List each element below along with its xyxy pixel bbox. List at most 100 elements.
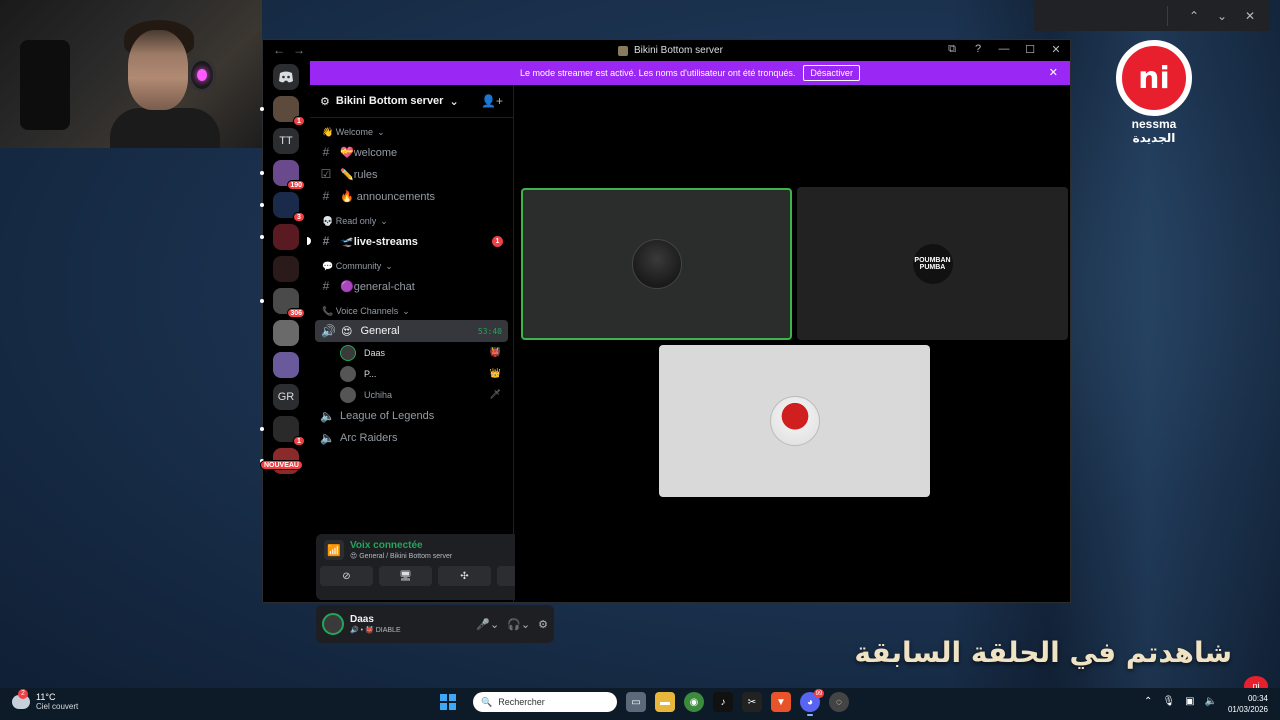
channel-live-streams[interactable]: # 🛫live-streams 1 (307, 230, 513, 252)
mention-badge: 1 (492, 235, 503, 247)
discord-taskbar-icon[interactable]: ◕ 99 (800, 689, 824, 716)
logo-text-arabic: الجديدة (1132, 131, 1176, 145)
add-user-icon[interactable]: 👤+ (481, 94, 503, 108)
chevron-up-icon[interactable]: ⌃ (1188, 9, 1200, 23)
server-header[interactable]: ⚙ Bikini Bottom server ⌄ 👤+ (310, 85, 513, 118)
server-icon-3[interactable]: 190 (260, 160, 305, 190)
avatar[interactable] (322, 613, 344, 635)
hash-icon: # (322, 279, 330, 293)
tv-caption: شاهدتم في الحلقة السابقة (854, 636, 1232, 669)
help-icon[interactable]: ? (972, 43, 984, 56)
chevron-down-icon: ⌄ (449, 95, 459, 108)
channel-announcements[interactable]: # 🔥 announcements (310, 185, 513, 207)
voice-channel-general[interactable]: 🔊 😍 General 53:40 (315, 320, 508, 342)
channel-welcome[interactable]: # 💝welcome (310, 141, 513, 163)
microphone-icon[interactable]: 🎙 (1162, 696, 1175, 707)
avatar: POUMBAN PUMBA (912, 243, 953, 284)
avatar (769, 396, 820, 446)
category-community[interactable]: 💬 Community ⌄ (310, 258, 513, 275)
voice-member[interactable]: Daas 👹 (310, 342, 513, 363)
gear-icon[interactable]: ⚙ (538, 618, 548, 631)
signal-icon[interactable]: 📶 (324, 540, 344, 560)
voice-member[interactable]: Uchiha 🗡 (310, 384, 513, 405)
forward-arrow-icon[interactable]: → (293, 43, 305, 57)
close-icon[interactable]: ✕ (1244, 9, 1256, 23)
taskbar-apps: 🔍 Rechercher ▭ ▬ ◉ ♪ ✂ ▼ ◕ 99 ◌ (440, 689, 849, 716)
server-badge: 3 (293, 212, 305, 222)
server-badge: 306 (287, 308, 305, 318)
server-icon-7[interactable]: 306 (260, 288, 305, 318)
tv-channel-logo: ni nessma الجديدة (1114, 40, 1194, 150)
category-voice-channels[interactable]: 📞 Voice Channels ⌄ (310, 303, 513, 320)
category-welcome[interactable]: 👋 Welcome ⌄ (310, 124, 513, 141)
search-icon: 🔍 (481, 696, 493, 707)
discord-window: ← → Bikini Bottom server ⧉ ? — ☐ ✕ 1 TT … (259, 39, 1071, 643)
server-icon-5[interactable] (260, 224, 299, 250)
channel-general-chat[interactable]: # 🟣general-chat (310, 275, 513, 297)
avatar (340, 386, 356, 403)
screen-share-icon[interactable]: ⧉ (946, 43, 958, 56)
server-badge: 1 (293, 436, 305, 446)
server-icon-1[interactable]: 1 (260, 96, 305, 126)
webcam-overlay (0, 0, 262, 148)
disable-streamer-button[interactable]: Désactiver (803, 65, 860, 81)
server-icon-12[interactable]: NOUVEAU (259, 448, 303, 474)
back-arrow-icon[interactable]: ← (273, 43, 285, 57)
window-title: Bikini Bottom server (618, 45, 723, 56)
headphones-icon[interactable]: 🎧⌄ (507, 618, 530, 631)
call-timer: 53:40 (477, 326, 502, 336)
channel-rules[interactable]: ☑ ✏️rules (310, 163, 513, 185)
voice-connected-title: Voix connectée (350, 540, 423, 551)
app-icon[interactable]: ◌ (829, 692, 849, 712)
server-icon-11[interactable]: 1 (260, 416, 305, 446)
server-rail: 1 TT 190 3 306 GR 1 NOUVEAU (259, 61, 309, 602)
voice-channel-league[interactable]: 🔈 League of Legends (310, 405, 513, 427)
tiktok-icon[interactable]: ♪ (713, 692, 733, 712)
close-banner-icon[interactable]: ✕ (1049, 66, 1058, 79)
windows-start-icon[interactable] (440, 694, 456, 710)
chrome-icon[interactable]: ◉ (684, 692, 704, 712)
file-explorer-icon[interactable]: ▬ (655, 692, 675, 712)
close-window-icon[interactable]: ✕ (1050, 43, 1062, 56)
chevron-up-icon[interactable]: ⌃ (1144, 696, 1152, 707)
category-read-only[interactable]: 💀 Read only ⌄ (310, 213, 513, 230)
weather-description: Ciel couvert (36, 702, 79, 711)
participant-tile[interactable]: POUMBAN PUMBA (797, 187, 1068, 340)
capcut-icon[interactable]: ✂ (742, 692, 762, 712)
nav-buttons: ← → (273, 43, 305, 57)
chevron-down-icon[interactable]: ⌄ (1216, 9, 1228, 23)
voice-channel-arc-raiders[interactable]: 🔈 Arc Raiders (310, 427, 513, 449)
speaker-icon: 🔊 (321, 324, 336, 338)
brave-icon[interactable]: ▼ (771, 692, 791, 712)
minimize-icon[interactable]: — (998, 43, 1010, 56)
activities-button[interactable]: ✣ (438, 566, 491, 586)
voice-connected-subtitle: 😍 General / Bikini Bottom server (350, 553, 453, 560)
server-name: Bikini Bottom server (335, 95, 444, 107)
microphone-icon[interactable]: 🎤⌄ (476, 618, 499, 631)
task-view-icon[interactable]: ▭ (626, 692, 646, 712)
server-icon-9[interactable] (273, 352, 299, 378)
server-icon-gr[interactable]: GR (273, 384, 299, 410)
user-panel: Daas 🔊 • 👹 DIABLE 🎤⌄ 🎧⌄ ⚙ (316, 605, 554, 643)
volume-icon[interactable]: 🔈 (1205, 696, 1217, 707)
hash-icon: # (322, 189, 330, 203)
weather-widget[interactable]: 2 11°C Ciel couvert (12, 688, 79, 711)
person-body (110, 108, 220, 148)
display-icon[interactable]: ▣ (1185, 696, 1194, 707)
server-icon-8[interactable] (273, 320, 299, 346)
voice-member[interactable]: P... 👑 (310, 363, 513, 384)
weather-temperature: 11°C (36, 692, 56, 702)
maximize-icon[interactable]: ☐ (1024, 43, 1036, 56)
server-icon-tt[interactable]: TT (273, 128, 299, 154)
server-icon-snakes[interactable] (273, 256, 299, 282)
window-title-text: Bikini Bottom server (634, 45, 723, 56)
taskbar-search[interactable]: 🔍 Rechercher (473, 692, 617, 712)
screen-share-button[interactable]: 🖥 (379, 566, 432, 586)
clock[interactable]: 00:34 01/03/2026 (1228, 693, 1268, 715)
server-settings-icon: ⚙ (320, 95, 330, 108)
camera-off-button[interactable]: ⊘ (320, 566, 373, 586)
participant-tile-speaking[interactable] (521, 188, 792, 340)
participant-tile[interactable] (659, 345, 930, 497)
discord-home-icon[interactable] (273, 64, 299, 90)
server-icon-4[interactable]: 3 (260, 192, 305, 222)
